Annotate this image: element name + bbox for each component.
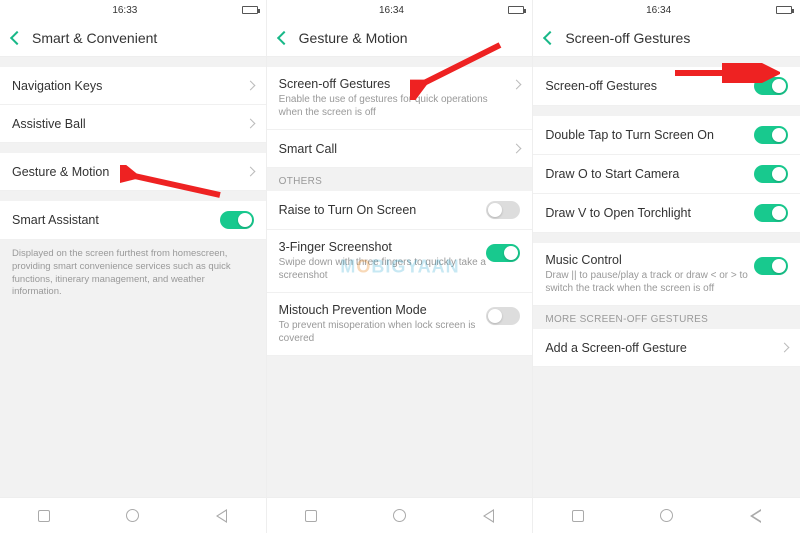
- header: Smart & Convenient: [0, 20, 266, 57]
- battery-icon: [776, 6, 792, 14]
- toggle-3finger[interactable]: [486, 244, 520, 262]
- row-label: Gesture & Motion: [12, 165, 241, 179]
- row-assistive-ball[interactable]: Assistive Ball: [0, 105, 266, 143]
- row-label: Double Tap to Turn Screen On: [545, 128, 754, 142]
- back-icon[interactable]: [277, 31, 291, 45]
- smart-assistant-desc: Displayed on the screen furthest from ho…: [0, 240, 266, 307]
- navbar: [0, 497, 266, 533]
- row-sublabel: To prevent misoperation when lock screen…: [279, 320, 487, 345]
- status-time: 16:33: [112, 5, 137, 16]
- row-label: Smart Call: [279, 142, 508, 156]
- nav-recent-icon[interactable]: [36, 508, 52, 524]
- chevron-right-icon: [512, 144, 522, 154]
- page-title: Smart & Convenient: [32, 30, 157, 46]
- toggle-main[interactable]: [754, 77, 788, 95]
- row-3-finger-screenshot[interactable]: 3-Finger Screenshot Swipe down with thre…: [267, 230, 533, 293]
- row-label: Screen-off Gestures: [545, 79, 754, 93]
- toggle-mistouch[interactable]: [486, 307, 520, 325]
- header: Screen-off Gestures: [533, 20, 800, 57]
- back-icon[interactable]: [543, 31, 557, 45]
- row-label: Add a Screen-off Gesture: [545, 341, 775, 355]
- row-label: Mistouch Prevention Mode: [279, 303, 487, 317]
- status-bar: 16:34: [533, 0, 800, 20]
- nav-back-icon[interactable]: [480, 508, 496, 524]
- row-sublabel: Swipe down with three fingers to quickly…: [279, 257, 487, 282]
- row-screen-off-gestures[interactable]: Screen-off Gestures Enable the use of ge…: [267, 67, 533, 130]
- row-label: Smart Assistant: [12, 213, 220, 227]
- nav-recent-icon[interactable]: [303, 508, 319, 524]
- row-raise-screen[interactable]: Raise to Turn On Screen: [267, 191, 533, 230]
- screen-offgestures: 16:34 Screen-off Gestures Screen-off Ges…: [533, 0, 800, 533]
- section-header-more: MORE SCREEN-OFF GESTURES: [533, 306, 800, 329]
- chevron-right-icon: [512, 80, 522, 90]
- row-main-toggle[interactable]: Screen-off Gestures: [533, 67, 800, 106]
- row-gesture-motion[interactable]: Gesture & Motion: [0, 153, 266, 191]
- chevron-right-icon: [245, 167, 255, 177]
- row-label: Assistive Ball: [12, 117, 241, 131]
- toggle-draw-v[interactable]: [754, 204, 788, 222]
- row-label: 3-Finger Screenshot: [279, 240, 487, 254]
- row-sublabel: Enable the use of gestures for quick ope…: [279, 94, 508, 119]
- row-mistouch-prevention[interactable]: Mistouch Prevention Mode To prevent miso…: [267, 293, 533, 356]
- row-navigation-keys[interactable]: Navigation Keys: [0, 67, 266, 105]
- nav-recent-icon[interactable]: [570, 508, 586, 524]
- toggle-smart-assistant[interactable]: [220, 211, 254, 229]
- row-label: Raise to Turn On Screen: [279, 203, 487, 217]
- screen-smart-convenient: 16:33 Smart & Convenient Navigation Keys…: [0, 0, 267, 533]
- battery-icon: [508, 6, 524, 14]
- section-header-others: OTHERS: [267, 168, 533, 191]
- battery-icon: [242, 6, 258, 14]
- row-label: Draw O to Start Camera: [545, 167, 754, 181]
- status-time: 16:34: [379, 5, 404, 16]
- row-music-control[interactable]: Music Control Draw || to pause/play a tr…: [533, 243, 800, 306]
- status-bar: 16:33: [0, 0, 266, 20]
- row-smart-call[interactable]: Smart Call: [267, 130, 533, 168]
- status-bar: 16:34: [267, 0, 533, 20]
- nav-home-icon[interactable]: [659, 508, 675, 524]
- row-add-gesture[interactable]: Add a Screen-off Gesture: [533, 329, 800, 367]
- back-icon[interactable]: [10, 31, 24, 45]
- navbar: [267, 497, 533, 533]
- row-sublabel: Draw || to pause/play a track or draw < …: [545, 270, 754, 295]
- nav-back-icon[interactable]: [213, 508, 229, 524]
- status-time: 16:34: [646, 5, 671, 16]
- toggle-raise[interactable]: [486, 201, 520, 219]
- toggle-music[interactable]: [754, 257, 788, 275]
- row-label: Music Control: [545, 253, 754, 267]
- navbar: [533, 497, 800, 533]
- row-label: Screen-off Gestures: [279, 77, 508, 91]
- screen-gesture-motion: 16:34 Gesture & Motion Screen-off Gestur…: [267, 0, 534, 533]
- nav-home-icon[interactable]: [391, 508, 407, 524]
- toggle-draw-o[interactable]: [754, 165, 788, 183]
- row-label: Draw V to Open Torchlight: [545, 206, 754, 220]
- row-label: Navigation Keys: [12, 79, 241, 93]
- nav-home-icon[interactable]: [125, 508, 141, 524]
- row-draw-v[interactable]: Draw V to Open Torchlight: [533, 194, 800, 233]
- row-smart-assistant[interactable]: Smart Assistant: [0, 201, 266, 240]
- nav-back-icon[interactable]: [748, 508, 764, 524]
- header: Gesture & Motion: [267, 20, 533, 57]
- row-draw-o[interactable]: Draw O to Start Camera: [533, 155, 800, 194]
- chevron-right-icon: [245, 119, 255, 129]
- page-title: Screen-off Gestures: [565, 30, 690, 46]
- page-title: Gesture & Motion: [299, 30, 408, 46]
- toggle-doubletap[interactable]: [754, 126, 788, 144]
- chevron-right-icon: [780, 343, 790, 353]
- row-double-tap[interactable]: Double Tap to Turn Screen On: [533, 116, 800, 155]
- chevron-right-icon: [245, 81, 255, 91]
